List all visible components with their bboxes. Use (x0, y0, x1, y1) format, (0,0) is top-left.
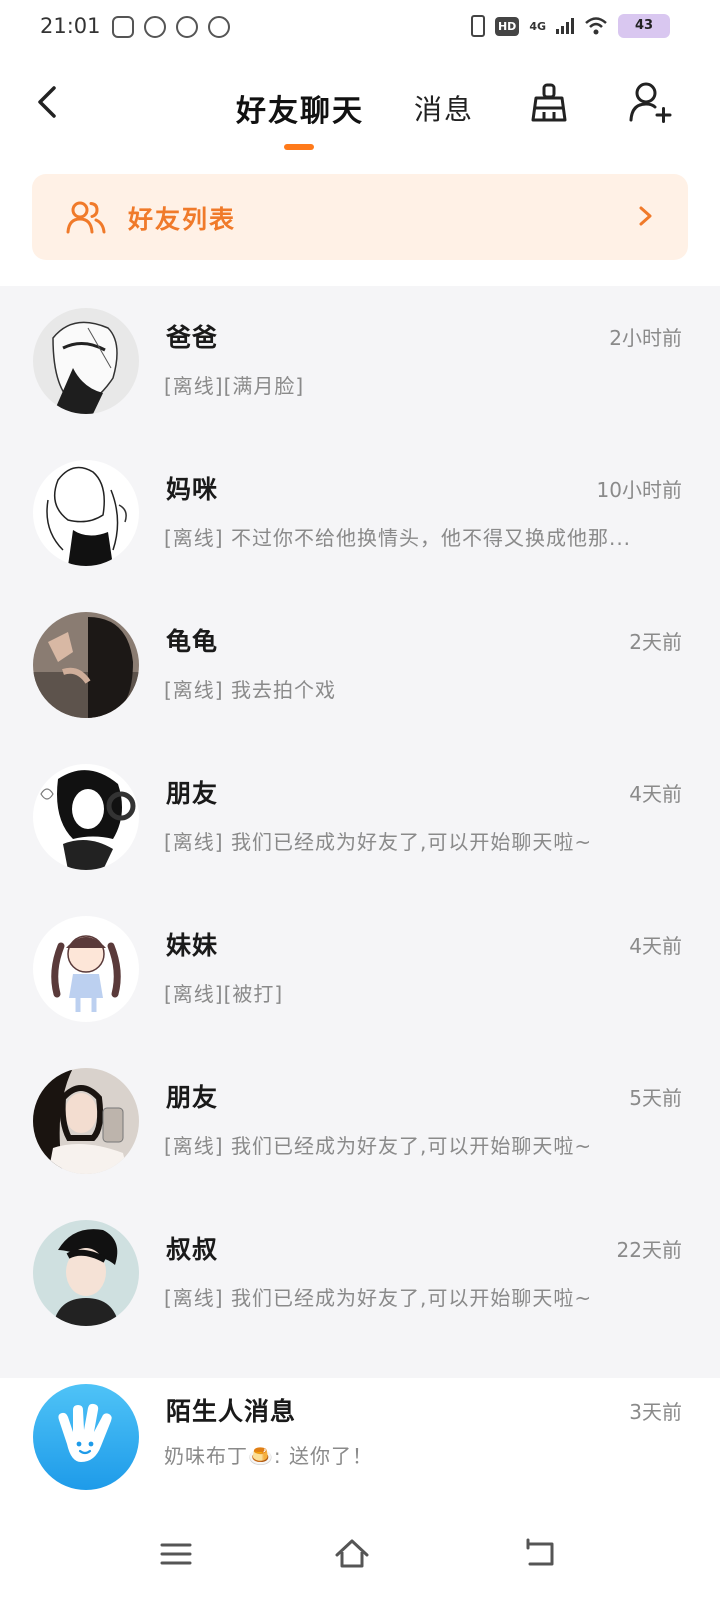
contact-name: 妈咪 (166, 475, 219, 504)
message-preview: [离线][被打] (164, 982, 284, 1006)
message-time: 5天前 (629, 1086, 682, 1110)
conversation-row[interactable]: 叔叔 22天前 [离线] 我们已经成为好友了,可以开始聊天啦~ (0, 1198, 720, 1350)
signal-icon (556, 18, 574, 34)
avatar (33, 1068, 139, 1174)
message-preview: [离线] 我们已经成为好友了,可以开始聊天啦~ (164, 1134, 593, 1158)
message-preview: [离线] 我们已经成为好友了,可以开始聊天啦~ (164, 830, 593, 854)
notification-icons (112, 16, 230, 38)
stranger-title: 陌生人消息 (166, 1397, 297, 1426)
chevron-right-icon (639, 206, 652, 226)
wave-hand-icon (33, 1384, 139, 1490)
avatar (33, 764, 139, 870)
network-type: 4G (529, 19, 546, 33)
status-time: 21:01 (40, 14, 101, 38)
avatar (33, 1220, 139, 1326)
tab-messages[interactable]: 消息 (414, 88, 474, 128)
contact-name: 爸爸 (166, 323, 219, 352)
message-preview: [离线] 我们已经成为好友了,可以开始聊天啦~ (164, 1286, 593, 1310)
wifi-icon (585, 17, 607, 35)
conversation-row[interactable]: 龟龟 2天前 [离线] 我去拍个戏 (0, 590, 720, 742)
status-bar: 21:01 HD 4G 43 (0, 0, 720, 56)
nav-back-icon[interactable] (522, 1536, 558, 1572)
top-header: 好友聊天 消息 (0, 56, 720, 156)
message-time: 4天前 (629, 782, 682, 806)
vibrate-icon (470, 15, 485, 37)
app-notification-icon (144, 16, 166, 38)
conversation-row[interactable]: 爸爸 2小时前 [离线][满月脸] (0, 286, 720, 438)
system-nav-bar (0, 1510, 720, 1600)
message-preview: [离线] 不过你不给他换情头，他不得又换成他那... (164, 526, 632, 550)
home-icon[interactable] (334, 1536, 370, 1572)
conversation-row[interactable]: 朋友 4天前 [离线] 我们已经成为好友了,可以开始聊天啦~ (0, 742, 720, 894)
message-time: 2天前 (629, 630, 682, 654)
conversation-row[interactable]: 妈咪 10小时前 [离线] 不过你不给他换情头，他不得又换成他那... (0, 438, 720, 590)
app-notification-icon (112, 16, 134, 38)
friend-list-label: 好友列表 (128, 205, 237, 234)
message-preview: 奶味布丁🍮: 送你了！ (164, 1444, 373, 1468)
avatar (33, 308, 139, 414)
conversation-row[interactable]: 朋友 5天前 [离线] 我们已经成为好友了,可以开始聊天啦~ (0, 1046, 720, 1198)
message-time: 2小时前 (609, 326, 682, 350)
broom-icon (531, 83, 567, 122)
conversation-row[interactable]: 妹妹 4天前 [离线][被打] (0, 894, 720, 1046)
menu-icon[interactable] (158, 1536, 194, 1572)
message-time: 10小时前 (596, 478, 682, 502)
tab-active-indicator (284, 144, 314, 150)
hd-badge: HD (494, 16, 520, 36)
avatar-notification-icon (176, 16, 198, 38)
tab-friends-chat[interactable]: 好友聊天 (236, 86, 364, 130)
message-preview: [离线][满月脸] (164, 374, 305, 398)
avatar (33, 460, 139, 566)
back-button[interactable] (32, 84, 64, 120)
add-user-icon (629, 82, 672, 123)
contact-name: 龟龟 (166, 627, 219, 656)
friend-list-banner[interactable]: 好友列表 (32, 174, 688, 260)
back-arrow-icon (38, 86, 56, 118)
contact-name: 叔叔 (166, 1235, 219, 1264)
message-time: 3天前 (629, 1400, 682, 1424)
users-icon (66, 201, 106, 234)
conversation-list: 爸爸 2小时前 [离线][满月脸] 妈咪 10小时前 [离线] 不过你不给他换情… (0, 286, 720, 1378)
contact-name: 妹妹 (166, 931, 219, 960)
avatar (33, 612, 139, 718)
contact-name: 朋友 (166, 779, 219, 808)
battery-indicator: 43 (618, 14, 670, 38)
clean-button[interactable] (528, 82, 570, 124)
message-time: 4天前 (629, 934, 682, 958)
avatar (33, 916, 139, 1022)
app-notification-icon (208, 16, 230, 38)
stranger-avatar (33, 1384, 139, 1490)
message-time: 22天前 (616, 1238, 682, 1262)
add-friend-button[interactable] (628, 80, 672, 124)
message-preview: [离线] 我去拍个戏 (164, 678, 336, 702)
system-status-icons: HD 4G 43 (470, 14, 670, 38)
contact-name: 朋友 (166, 1083, 219, 1112)
stranger-messages-row[interactable]: 陌生人消息 3天前 奶味布丁🍮: 送你了！ (0, 1378, 720, 1510)
